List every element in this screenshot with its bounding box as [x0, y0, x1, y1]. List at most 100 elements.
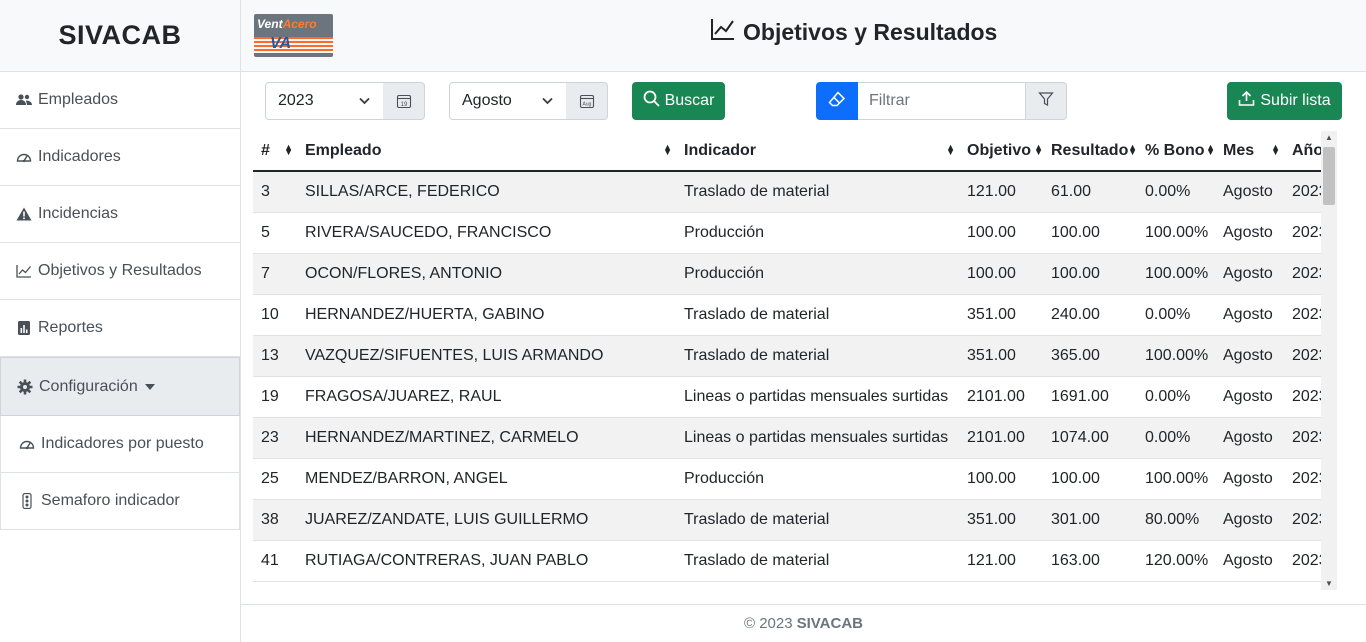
table-row[interactable]: 25 MENDEZ/BARRON, ANGEL Producción 100.00 10…	[253, 458, 1337, 500]
column-header[interactable]: Empleado ▲ ▼	[297, 131, 676, 172]
table-row[interactable]: 23 HERNANDEZ/MARTINEZ, CARMELO Lineas o pa…	[253, 417, 1337, 459]
table-cell: Lineas o partidas mensuales surtidas	[676, 417, 959, 459]
table-cell: 100.00%	[1137, 458, 1215, 500]
calendar-day-icon[interactable]: 19	[383, 82, 425, 120]
table-row[interactable]: 7 OCON/FLORES, ANTONIO Producción 100.00 100…	[253, 253, 1337, 295]
table-cell: Traslado de material	[676, 335, 959, 377]
table-header-row: # ▲ ▼ Empleado ▲ ▼ Indicador ▲ ▼ Objetivo ▲ ▼ Re…	[253, 131, 1337, 172]
table-cell: 41	[253, 540, 297, 582]
table-cell: 163.00	[1043, 540, 1137, 582]
page-title: Objetivos y Resultados	[711, 18, 997, 46]
results-table: # ▲ ▼ Empleado ▲ ▼ Indicador ▲ ▼ Objetivo ▲ ▼ Re…	[253, 131, 1337, 590]
table-cell: 100.00	[959, 253, 1043, 295]
sidebar-item-configuracion[interactable]: Configuración	[0, 357, 240, 416]
table-cell: 100.00%	[1137, 335, 1215, 377]
column-header[interactable]: Mes ▲ ▼	[1215, 131, 1284, 172]
table-cell: 100.00	[1043, 458, 1137, 500]
table-cell: 351.00	[959, 335, 1043, 377]
sort-icon: ▲▼	[1034, 142, 1043, 157]
table-cell: 3	[253, 171, 297, 213]
scroll-up-icon: ▲	[1325, 133, 1333, 142]
scroll-thumb	[1323, 147, 1335, 205]
sidebar-item-reportes[interactable]: Reportes	[0, 300, 240, 357]
gear-icon	[17, 379, 33, 395]
table-cell: 0.00%	[1137, 376, 1215, 418]
table-cell: Producción	[676, 253, 959, 295]
svg-text:19: 19	[400, 102, 407, 108]
sidebar-item-objetivos[interactable]: Objetivos y Resultados	[0, 243, 240, 300]
table-row[interactable]: 3 SILLAS/ARCE, FEDERICO Traslado de materi…	[253, 171, 1337, 213]
sidebar-item-indicadores[interactable]: Indicadores	[0, 129, 240, 186]
table-cell: 240.00	[1043, 294, 1137, 336]
table-cell: VAZQUEZ/SIFUENTES, LUIS ARMANDO	[297, 335, 676, 377]
table-cell: MENDEZ/BARRON, ANGEL	[297, 458, 676, 500]
table-cell: 38	[253, 499, 297, 541]
year-select[interactable]: 2023	[265, 82, 384, 120]
table-cell: FRAGOSA/JUAREZ, RAUL	[297, 376, 676, 418]
table-cell: Traslado de material	[676, 540, 959, 582]
table-row[interactable]: 38 JUAREZ/ZANDATE, LUIS GUILLERMO Traslado…	[253, 499, 1337, 541]
sidebar-item-label: Empleados	[38, 91, 119, 108]
table-scrollbar[interactable]: ▲ ▼	[1321, 131, 1337, 590]
column-header[interactable]: Resultado ▲ ▼	[1043, 131, 1137, 172]
sidebar-item-incidencias[interactable]: Incidencias	[0, 186, 240, 243]
sidebar-item-label: Semaforo indicador	[41, 492, 180, 509]
column-header[interactable]: Objetivo ▲ ▼	[959, 131, 1043, 172]
upload-icon	[1238, 90, 1255, 112]
sort-icon: ▲▼	[1206, 142, 1215, 157]
chevron-down-icon	[358, 94, 371, 112]
ventacero-logo: VentAcero VA	[254, 14, 333, 57]
table-cell: 0.00%	[1137, 417, 1215, 459]
table-cell: 351.00	[959, 294, 1043, 336]
table-cell: 0.00%	[1137, 171, 1215, 213]
table-row[interactable]: 10 HERNANDEZ/HUERTA, GABINO Traslado de ma…	[253, 294, 1337, 336]
table-row[interactable]: 19 FRAGOSA/JUAREZ, RAUL Lineas o partidas …	[253, 376, 1337, 418]
table-cell: Agosto	[1215, 171, 1284, 213]
gauge-icon	[16, 149, 32, 165]
header: VentAcero VA Objetivos y Resultados	[241, 0, 1366, 72]
table-cell: Traslado de material	[676, 294, 959, 336]
table-row[interactable]: 41 RUTIAGA/CONTRERAS, JUAN PABLO Traslado …	[253, 540, 1337, 582]
table-cell: Agosto	[1215, 499, 1284, 541]
table-cell: 121.00	[959, 171, 1043, 213]
sidebar-item-empleados[interactable]: Empleados	[0, 72, 240, 129]
users-icon	[16, 92, 32, 108]
clear-filter-button[interactable]	[816, 82, 858, 120]
table-cell: 100.00%	[1137, 253, 1215, 295]
table-cell: 10	[253, 294, 297, 336]
table-cell: 100.00%	[1137, 212, 1215, 254]
footer: © 2023 SIVACAB	[241, 604, 1366, 642]
sidebar-item-label: Incidencias	[38, 205, 119, 222]
table-cell: 100.00	[959, 212, 1043, 254]
table-cell: 351.00	[959, 499, 1043, 541]
brand-title: SIVACAB	[0, 0, 240, 72]
sidebar-item-label: Indicadores	[38, 148, 121, 165]
column-header[interactable]: Indicador ▲ ▼	[676, 131, 959, 172]
table-cell: 1691.00	[1043, 376, 1137, 418]
upload-list-button[interactable]: Subir lista	[1227, 82, 1342, 120]
table-cell: 23	[253, 417, 297, 459]
svg-text:Aug: Aug	[582, 102, 591, 108]
table-cell: Agosto	[1215, 212, 1284, 254]
sidebar-item-semaforo[interactable]: Semaforo indicador	[0, 473, 240, 530]
month-select[interactable]: Agosto	[449, 82, 567, 120]
filter-input[interactable]	[858, 82, 1026, 120]
scroll-down-icon: ▼	[1325, 579, 1333, 588]
eraser-icon	[828, 91, 846, 111]
sort-icon: ▲▼	[1271, 142, 1280, 157]
table-row[interactable]: 13 VAZQUEZ/SIFUENTES, LUIS ARMANDO Traslad…	[253, 335, 1337, 377]
table-cell: HERNANDEZ/MARTINEZ, CARMELO	[297, 417, 676, 459]
calendar-month-icon[interactable]: Aug	[566, 82, 608, 120]
table-row[interactable]: 5 RIVERA/SAUCEDO, FRANCISCO Producción 100.…	[253, 212, 1337, 254]
search-button[interactable]: Buscar	[632, 82, 725, 120]
table-cell: 19	[253, 376, 297, 418]
search-icon	[643, 90, 660, 112]
sort-icon: ▲▼	[946, 142, 955, 157]
column-header[interactable]: % Bono ▲ ▼	[1137, 131, 1215, 172]
column-header[interactable]: # ▲ ▼	[253, 131, 297, 172]
table-cell: Traslado de material	[676, 499, 959, 541]
filter-button[interactable]	[1025, 82, 1067, 120]
table-cell: Traslado de material	[676, 171, 959, 213]
sidebar-item-indicadores-puesto[interactable]: Indicadores por puesto	[0, 416, 240, 473]
table-cell: Agosto	[1215, 253, 1284, 295]
